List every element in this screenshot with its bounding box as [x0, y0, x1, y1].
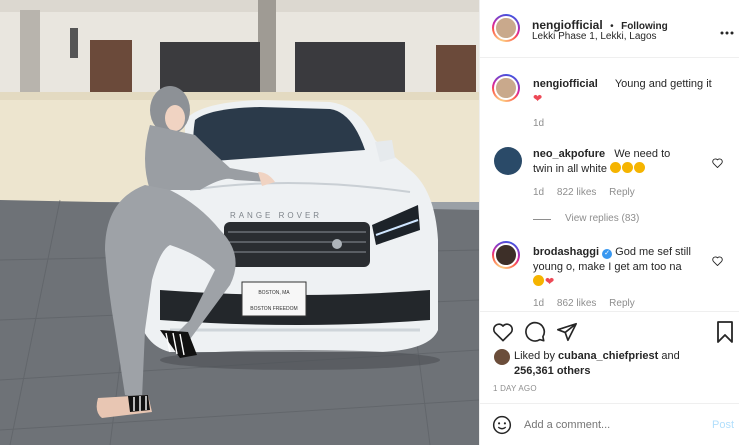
- more-options-icon[interactable]: [720, 23, 734, 35]
- comment-avatar[interactable]: [494, 147, 522, 175]
- reply-button[interactable]: Reply: [609, 298, 635, 309]
- photo-illustration: BOSTON, MA BOSTON FREEDOM RANGE ROVER: [0, 0, 479, 445]
- like-comment-heart-icon[interactable]: [712, 253, 723, 271]
- like-comment-heart-icon[interactable]: [712, 155, 723, 173]
- comment-input[interactable]: [524, 416, 694, 434]
- caption: nengiofficial Young and getting it ❤: [533, 77, 728, 107]
- comment-username[interactable]: neo_akpofure: [533, 148, 605, 160]
- post-photo[interactable]: BOSTON, MA BOSTON FREEDOM RANGE ROVER: [0, 0, 479, 445]
- verified-badge-icon: ✓: [602, 249, 613, 259]
- post-header: nengiofficial • Following Lekki Phase 1,…: [480, 0, 739, 58]
- plate-line2: BOSTON FREEDOM: [250, 306, 297, 312]
- liker-avatar[interactable]: [494, 349, 510, 365]
- likes-summary: Liked by cubana_chiefpriest and 256,361 …: [514, 349, 714, 379]
- comment-text-cont: young o, make I get am too na: [533, 261, 682, 273]
- caption-text: Young and getting it: [614, 78, 712, 90]
- save-bookmark-icon[interactable]: [716, 321, 734, 348]
- emoji-icon: [610, 162, 622, 173]
- comment-likes[interactable]: 822 likes: [557, 187, 596, 198]
- comment-text-cont: twin in all white: [533, 163, 607, 175]
- reply-button[interactable]: Reply: [609, 187, 635, 198]
- liker-username[interactable]: cubana_chiefpriest: [558, 350, 658, 362]
- comment-meta: 1d 862 likes Reply: [533, 298, 635, 309]
- comment-meta: 1d 822 likes Reply: [533, 187, 635, 198]
- instagram-post: BOSTON, MA BOSTON FREEDOM RANGE ROVER ne…: [0, 0, 739, 445]
- caption-avatar[interactable]: [492, 74, 520, 102]
- comment-text: We need to: [614, 148, 671, 160]
- view-replies-button[interactable]: View replies (83): [565, 213, 639, 224]
- replies-divider: [533, 219, 551, 220]
- comment-avatar[interactable]: [492, 241, 520, 269]
- caption-heart-emoji: ❤: [533, 93, 543, 105]
- like-heart-icon[interactable]: [492, 322, 514, 347]
- emoji-icon: [533, 275, 544, 286]
- heart-emoji: ❤: [545, 276, 555, 288]
- post-side-panel: nengiofficial • Following Lekki Phase 1,…: [479, 0, 739, 445]
- comment-text: God me sef still: [615, 246, 691, 258]
- share-paper-plane-icon[interactable]: [556, 321, 578, 348]
- emoji-icon: [634, 162, 646, 173]
- comment-time[interactable]: 1d: [533, 298, 544, 309]
- caption-username[interactable]: nengiofficial: [533, 78, 598, 90]
- comment-likes[interactable]: 862 likes: [557, 298, 596, 309]
- comments-section: nengiofficial Young and getting it ❤ 1d …: [480, 58, 739, 311]
- comment-username[interactable]: brodashaggi: [533, 246, 599, 258]
- plate-line1: BOSTON, MA: [258, 290, 290, 296]
- caption-time[interactable]: 1d: [533, 118, 544, 129]
- emoji-icon: [622, 162, 634, 173]
- author-username[interactable]: nengiofficial: [532, 18, 603, 32]
- comment-2: brodashaggi ✓ God me sef still young o, …: [533, 245, 713, 290]
- likes-conj: and: [661, 350, 680, 362]
- comment-1: neo_akpofure We need to twin in all whit…: [533, 147, 713, 177]
- add-comment-bar: Post: [480, 403, 739, 445]
- post-timestamp[interactable]: 1 DAY AGO: [493, 384, 537, 393]
- car-badge: RANGE ROVER: [230, 211, 322, 220]
- comment-bubble-icon[interactable]: [524, 321, 546, 348]
- likes-count[interactable]: 256,361 others: [514, 365, 590, 377]
- comment-time[interactable]: 1d: [533, 187, 544, 198]
- author-avatar[interactable]: [492, 14, 520, 42]
- post-actions: Liked by cubana_chiefpriest and 256,361 …: [480, 311, 739, 403]
- likes-prefix: Liked by: [514, 350, 555, 362]
- post-comment-button[interactable]: Post: [712, 419, 734, 431]
- emoji-picker-icon[interactable]: [492, 415, 512, 440]
- post-location[interactable]: Lekki Phase 1, Lekki, Lagos: [532, 31, 657, 42]
